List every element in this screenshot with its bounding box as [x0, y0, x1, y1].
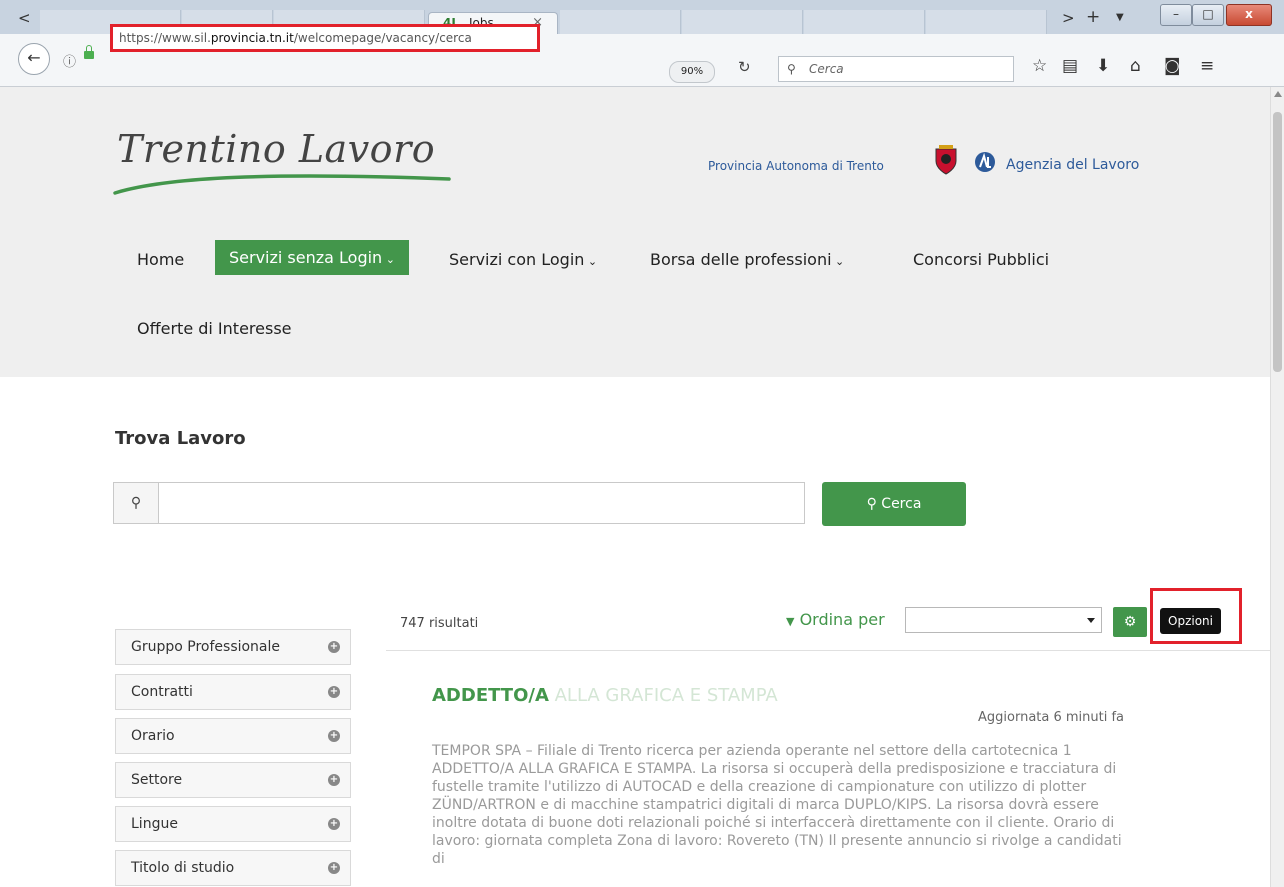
job-updated-time: Aggiornata 6 minuti fa	[978, 710, 1125, 725]
site-info-icon[interactable]: ⓘ	[63, 51, 76, 70]
job-title-link[interactable]: ADDETTO/A ALLA GRAFICA E STAMPA	[432, 685, 778, 706]
job-description: TEMPOR SPA – Filiale di Trento ricerca p…	[432, 743, 1122, 867]
nav-servizi-con-login-label: Servizi con Login	[449, 250, 585, 269]
job-title-part-b: ALLA GRAFICA E STAMPA	[548, 685, 778, 706]
province-label[interactable]: Provincia Autonoma di Trento	[708, 159, 884, 173]
new-tab-plus-icon[interactable]: +	[1086, 7, 1100, 27]
page-scrollbar[interactable]	[1270, 87, 1284, 887]
browser-tab-background[interactable]	[804, 10, 925, 34]
reload-icon[interactable]: ↻	[738, 58, 751, 76]
nav-servizi-senza-login-label: Servizi senza Login	[229, 248, 383, 267]
url-address-bar[interactable]: https://www.sil.provincia.tn.it/welcomep…	[110, 24, 540, 52]
scroll-up-icon[interactable]	[1274, 91, 1282, 97]
results-divider	[386, 650, 1270, 651]
pocket-icon[interactable]: ◙	[1164, 56, 1181, 76]
browser-tab-background[interactable]	[560, 10, 681, 34]
search-icon: ⚲	[866, 496, 877, 512]
expand-plus-icon: +	[328, 730, 340, 742]
scrollbar-thumb[interactable]	[1273, 112, 1282, 372]
page-title: Trova Lavoro	[115, 428, 246, 449]
order-by-select[interactable]	[905, 607, 1102, 633]
browser-search-input[interactable]: ⚲ Cerca	[778, 56, 1014, 82]
expand-plus-icon: +	[328, 686, 340, 698]
tab-scroll-right-icon[interactable]: >	[1062, 9, 1075, 27]
options-button[interactable]: ⚙	[1113, 607, 1147, 637]
job-search-input[interactable]: ⚲	[113, 482, 805, 524]
search-button[interactable]: ⚲ Cerca	[822, 482, 966, 526]
back-arrow-icon[interactable]: ←	[18, 43, 50, 75]
dropdown-caret-icon	[1087, 618, 1095, 623]
facet-label: Lingue	[131, 816, 178, 832]
job-title-part-a: ADDETTO/A	[432, 685, 549, 706]
agency-logo-icon[interactable]	[974, 151, 996, 173]
secure-lock-icon[interactable]	[84, 45, 94, 59]
url-domain: provincia.tn.it	[210, 31, 294, 45]
agency-label[interactable]: Agenzia del Lavoro	[1006, 157, 1139, 173]
chevron-down-icon: ⌄	[831, 255, 845, 268]
facet-item[interactable]: Lingue +	[115, 806, 351, 842]
chevron-down-icon: ⌄	[584, 255, 598, 268]
facet-item[interactable]: Orario +	[115, 718, 351, 754]
hamburger-menu-icon[interactable]: ≡	[1200, 56, 1214, 76]
close-window-icon[interactable]: x	[1226, 4, 1272, 26]
tab-list-dropdown-icon[interactable]: ▼	[1116, 12, 1124, 23]
browser-tab-background[interactable]	[926, 10, 1047, 34]
nav-servizi-con-login[interactable]: Servizi con Login ⌄	[449, 250, 597, 269]
facet-item[interactable]: Contratti +	[115, 674, 351, 710]
nav-offerte-interesse[interactable]: Offerte di Interesse	[137, 319, 292, 338]
province-crest-icon[interactable]	[933, 145, 959, 175]
url-path: /welcomepage/vacancy/cerca	[293, 31, 472, 45]
facet-item[interactable]: Titolo di studio +	[115, 850, 351, 886]
search-button-label: Cerca	[881, 496, 922, 512]
facet-label: Gruppo Professionale	[131, 639, 281, 655]
facet-item[interactable]: Settore +	[115, 762, 351, 798]
search-placeholder: Cerca	[809, 62, 844, 76]
expand-plus-icon: +	[328, 641, 340, 653]
nav-borsa-professioni[interactable]: Borsa delle professioni ⌄	[650, 250, 844, 269]
nav-servizi-senza-login[interactable]: Servizi senza Login ⌄	[215, 240, 409, 275]
site-header: Trentino Lavoro Provincia Autonoma di Tr…	[0, 87, 1270, 377]
chevron-down-icon: ⌄	[382, 253, 395, 266]
expand-plus-icon: +	[328, 862, 340, 874]
facet-item[interactable]: Gruppo Professionale +	[115, 629, 351, 665]
zoom-indicator[interactable]: 90%	[669, 61, 715, 83]
facet-label: Titolo di studio	[131, 860, 235, 876]
nav-concorsi-pubblici[interactable]: Concorsi Pubblici	[913, 250, 1049, 269]
results-count: 747 risultati	[400, 616, 479, 631]
reading-list-icon[interactable]: ▤	[1062, 56, 1078, 76]
expand-plus-icon: +	[328, 818, 340, 830]
facet-label: Contratti	[131, 684, 193, 700]
order-by-toggle[interactable]: ▼ Ordina per	[786, 610, 885, 629]
order-by-label: Ordina per	[799, 610, 885, 629]
search-icon: ⚲	[787, 62, 796, 76]
caret-down-icon: ▼	[786, 615, 795, 628]
tab-scroll-left-icon[interactable]: <	[18, 9, 31, 27]
expand-plus-icon: +	[328, 774, 340, 786]
nav-borsa-professioni-label: Borsa delle professioni	[650, 250, 832, 269]
options-highlight-box	[1150, 588, 1242, 644]
downloads-arrow-icon[interactable]: ⬇	[1096, 56, 1110, 76]
search-icon: ⚲	[114, 483, 159, 523]
url-prefix: https://www.sil.	[119, 31, 211, 45]
minimize-window-icon[interactable]: –	[1160, 4, 1192, 26]
site-logo[interactable]: Trentino Lavoro	[117, 127, 435, 171]
browser-tab-background[interactable]	[682, 10, 803, 34]
nav-home[interactable]: Home	[137, 250, 184, 269]
bookmark-star-icon[interactable]: ☆	[1032, 56, 1047, 76]
facet-label: Settore	[131, 772, 183, 788]
facet-label: Orario	[131, 728, 175, 744]
logo-swoosh-icon	[113, 174, 451, 195]
maximize-window-icon[interactable]: □	[1192, 4, 1224, 26]
home-icon[interactable]: ⌂	[1130, 56, 1141, 76]
gears-icon: ⚙	[1123, 614, 1137, 630]
